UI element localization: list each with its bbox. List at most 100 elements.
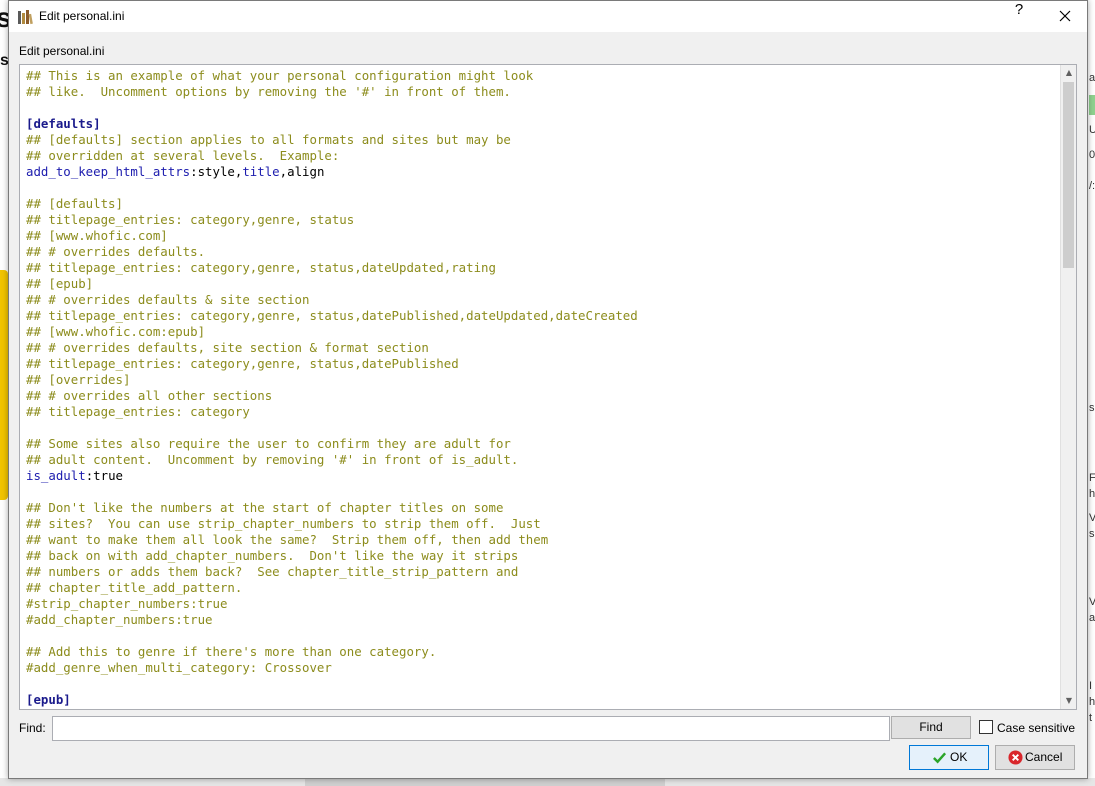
code-token: ## chapter_title_add_pattern. (26, 580, 243, 595)
ok-label: OK (950, 750, 968, 764)
edit-ini-dialog: Edit personal.ini ? Edit personal.ini ##… (8, 0, 1088, 779)
code-line: ## [www.whofic.com] (26, 228, 638, 244)
code-line: ## back on with add_chapter_numbers. Don… (26, 548, 638, 564)
code-token: ## titlepage_entries: category,genre, st… (26, 212, 355, 227)
code-line: ## [defaults] section applies to all for… (26, 132, 638, 148)
code-token: add_to_keep_html_attrs (26, 164, 191, 179)
code-line: ## titlepage_entries: category,genre, st… (26, 212, 638, 228)
code-line: ## # overrides all other sections (26, 388, 638, 404)
background-text: h (1089, 488, 1095, 500)
code-line: ## [defaults] (26, 196, 638, 212)
editor-caption: Edit personal.ini (19, 44, 105, 58)
code-line: ## titlepage_entries: category,genre, st… (26, 260, 638, 276)
background-text: al (1089, 72, 1095, 84)
code-line: ## adult content. Uncomment by removing … (26, 452, 638, 468)
code-token: is_adult (26, 468, 86, 483)
find-label: Find: (19, 721, 46, 735)
code-line: ## [overrides] (26, 372, 638, 388)
close-icon (1059, 10, 1071, 22)
background-text: t (1089, 712, 1093, 724)
background-text: /: (1089, 180, 1095, 192)
code-token: ## # overrides defaults. (26, 244, 206, 259)
code-line: ## Some sites also require the user to c… (26, 436, 638, 452)
code-line: #add_chapter_numbers:true (26, 612, 638, 628)
background-text: s (1089, 402, 1095, 414)
background-text: s (1089, 528, 1095, 540)
code-token: ## Some sites also require the user to c… (26, 436, 511, 451)
code-token: ## This is an example of what your perso… (26, 68, 534, 83)
code-line: ## titlepage_entries: category,genre, st… (26, 356, 638, 372)
code-token: :true (85, 468, 123, 483)
code-token: ## like. Uncomment options by removing t… (26, 84, 511, 99)
ini-text-editor[interactable]: ## This is an example of what your perso… (19, 64, 1077, 710)
code-token: ## titlepage_entries: category (26, 404, 250, 419)
code-token: ## Add this to genre if there's more tha… (26, 644, 437, 659)
code-line: ## chapter_title_add_pattern. (26, 580, 638, 596)
code-line: [defaults] (26, 116, 638, 132)
code-token: ## # overrides defaults & site section (26, 292, 310, 307)
background-text: 0 (1089, 149, 1095, 161)
code-token: [epub] (26, 692, 71, 707)
title-bar[interactable]: Edit personal.ini ? (9, 1, 1087, 32)
code-token: ## titlepage_entries: category,genre, st… (26, 260, 496, 275)
code-line: ## This is an example of what your perso… (26, 68, 638, 84)
code-line: ## # overrides defaults & site section (26, 292, 638, 308)
code-line: ## [epub] (26, 276, 638, 292)
case-sensitive-label[interactable]: Case sensitive (997, 721, 1075, 735)
case-sensitive-checkbox[interactable] (979, 720, 993, 734)
code-token: #add_genre_when_multi_category: Crossove… (26, 660, 332, 675)
code-line: ## # overrides defaults. (26, 244, 638, 260)
code-line: ## # overrides defaults, site section & … (26, 340, 638, 356)
ok-button[interactable]: OK (909, 745, 989, 770)
vertical-scrollbar[interactable]: ▲ ▼ (1060, 65, 1076, 709)
code-line: #add_genre_when_multi_category: Crossove… (26, 660, 638, 676)
code-line: is_adult:true (26, 468, 638, 484)
background-text: a (1089, 612, 1095, 624)
background-text: V (1089, 512, 1095, 524)
help-button[interactable]: ? (999, 1, 1039, 32)
code-token: #strip_chapter_numbers:true (26, 596, 228, 611)
code-line: ## like. Uncomment options by removing t… (26, 84, 638, 100)
code-line: ## titlepage_entries: category (26, 404, 638, 420)
find-input[interactable] (52, 716, 890, 741)
code-token: ## overridden at several levels. Example… (26, 148, 340, 163)
scrollbar-thumb[interactable] (1063, 82, 1074, 268)
ini-text-content[interactable]: ## This is an example of what your perso… (26, 68, 638, 708)
code-token: ## [overrides] (26, 372, 131, 387)
scroll-down-arrow-icon[interactable]: ▼ (1061, 693, 1076, 709)
code-token: ## titlepage_entries: category,genre, st… (26, 356, 459, 371)
code-line: [epub] (26, 692, 638, 708)
code-line: #strip_chapter_numbers:true (26, 596, 638, 612)
code-line: ## titlepage_entries: category,genre, st… (26, 308, 638, 324)
scroll-up-arrow-icon[interactable]: ▲ (1061, 65, 1076, 81)
background-text: F (1089, 472, 1095, 484)
code-token: ## [www.whofic.com:epub] (26, 324, 206, 339)
code-token: [defaults] (26, 116, 101, 131)
code-line: ## [www.whofic.com:epub] (26, 324, 638, 340)
code-token: ## back on with add_chapter_numbers. Don… (26, 548, 519, 563)
code-line: add_to_keep_html_attrs:style,title,align (26, 164, 638, 180)
code-token: #add_chapter_numbers:true (26, 612, 213, 627)
code-line: ## Don't like the numbers at the start o… (26, 500, 638, 516)
code-token: ## sites? You can use strip_chapter_numb… (26, 516, 541, 531)
background-text: U (1089, 124, 1095, 136)
find-button[interactable]: Find (891, 716, 971, 739)
background-text: V (1089, 596, 1095, 608)
background-text: I (1089, 680, 1093, 692)
code-token: ## # overrides defaults, site section & … (26, 340, 429, 355)
check-icon (933, 752, 947, 764)
window-title: Edit personal.ini (39, 9, 125, 23)
code-token: ,align (279, 164, 325, 179)
code-line: ## Add this to genre if there's more tha… (26, 644, 638, 660)
close-button[interactable] (1045, 1, 1085, 32)
bookshelf-icon (18, 10, 33, 25)
background-app-right: al U 0 /: s F h V s V a I h t (1087, 0, 1095, 786)
cancel-button[interactable]: Cancel (995, 745, 1075, 770)
code-token: ## Don't like the numbers at the start o… (26, 500, 504, 515)
code-token: ## numbers or adds them back? See chapte… (26, 564, 519, 579)
code-line: ## sites? You can use strip_chapter_numb… (26, 516, 638, 532)
code-token: ## [defaults] (26, 196, 123, 211)
